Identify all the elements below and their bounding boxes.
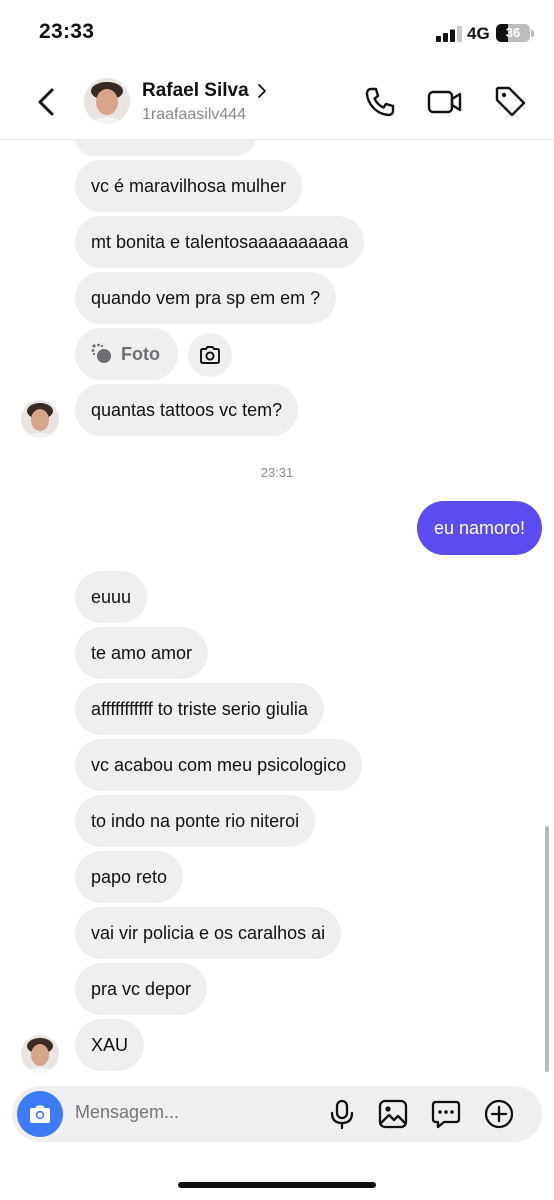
message-bubble[interactable]: quantas tattoos vc tem?: [75, 384, 299, 436]
camera-icon: [200, 346, 220, 364]
message-bubble[interactable]: quando vem pra sp em em ?: [75, 272, 337, 324]
network-type: 4G: [467, 24, 490, 43]
tag-icon[interactable]: [493, 84, 529, 120]
message-timestamp: 23:31: [260, 465, 294, 480]
battery-tip: [531, 30, 534, 37]
message-bubble[interactable]: te amo amor: [75, 627, 209, 679]
message-bubble[interactable]: vc acabou com meu psicologico: [75, 739, 363, 791]
view-photo-button[interactable]: [188, 333, 232, 377]
avatar[interactable]: [21, 400, 59, 438]
gallery-icon[interactable]: [377, 1098, 409, 1130]
avatar[interactable]: [21, 1035, 59, 1073]
outgoing-message-bubble[interactable]: eu namoro!: [416, 501, 542, 555]
contact-username[interactable]: 1raafaasilv444: [142, 106, 246, 124]
battery-icon: 36: [496, 24, 530, 42]
message-bubble[interactable]: to indo na ponte rio niteroi: [75, 795, 316, 847]
message-bubble[interactable]: XAU: [75, 1019, 145, 1071]
chat-header: Rafael Silva 1raafaasilv444: [0, 66, 554, 140]
photo-label: Foto: [121, 344, 160, 364]
camera-button[interactable]: [17, 1091, 63, 1137]
phone-icon[interactable]: [362, 84, 398, 120]
message-bubble[interactable]: pra vc depor: [75, 963, 208, 1015]
message-bubble[interactable]: afffffffffff to triste serio giulia: [75, 683, 324, 735]
microphone-icon[interactable]: [326, 1098, 358, 1130]
message-bubble[interactable]: papo reto: [75, 851, 184, 903]
avatar[interactable]: [84, 78, 130, 124]
signal-icon: [436, 26, 462, 42]
loading-icon: [91, 343, 111, 363]
chevron-right-icon[interactable]: [256, 83, 268, 99]
message-bubble[interactable]: vc é maravilhosa mulher: [75, 160, 303, 212]
back-icon[interactable]: [32, 84, 62, 120]
message-bubble[interactable]: vai vir policia e os caralhos ai: [75, 907, 342, 959]
status-time: 23:33: [39, 20, 95, 43]
message-bubble[interactable]: euuu: [75, 571, 148, 623]
home-indicator[interactable]: [178, 1182, 376, 1188]
video-icon[interactable]: [427, 84, 463, 120]
message-bubble[interactable]: mt bonita e talentosaaaaaaaaaa: [75, 216, 365, 268]
camera-icon: [30, 1105, 50, 1123]
status-bar: 23:33 4G 36: [0, 0, 554, 66]
photo-message[interactable]: Foto: [75, 328, 178, 380]
plus-icon[interactable]: [483, 1098, 515, 1130]
sticker-icon[interactable]: [430, 1098, 462, 1130]
message-input[interactable]: [75, 1102, 305, 1123]
battery-level: 36: [505, 25, 521, 40]
contact-name[interactable]: Rafael Silva: [142, 80, 249, 102]
scrollbar[interactable]: [545, 826, 549, 1072]
message-composer: [12, 1086, 542, 1142]
